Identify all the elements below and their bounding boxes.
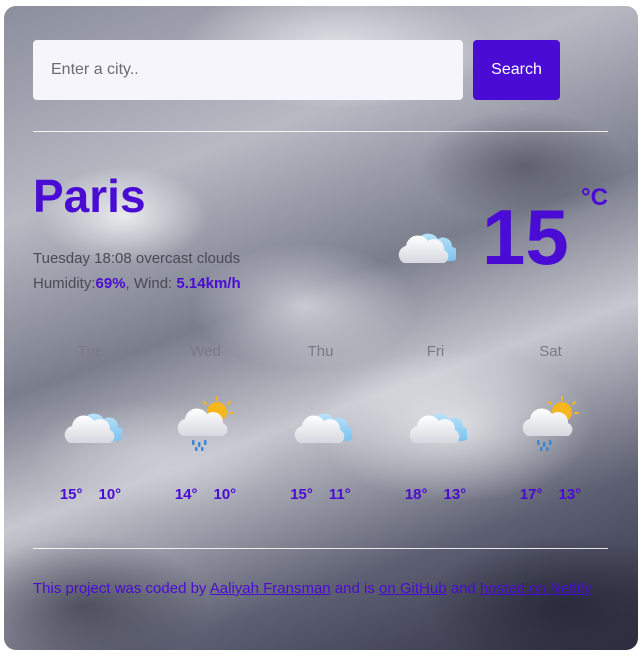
forecast-day: Fri 18° 13° bbox=[378, 342, 493, 503]
weather-description: overcast clouds bbox=[135, 250, 241, 267]
humidity-value: 69% bbox=[95, 275, 126, 292]
humidity-wind: Humidity:69%, Wind: 5.14km/h bbox=[33, 271, 241, 296]
forecast-day: Tue 15° 10° bbox=[33, 342, 148, 503]
forecast-min: 13° bbox=[558, 486, 582, 503]
forecast-max: 14° bbox=[174, 486, 198, 503]
author-link[interactable]: Aaliyah Fransman bbox=[210, 580, 331, 597]
forecast-min: 11° bbox=[328, 486, 351, 503]
weather-card: Search Paris Tuesday 18:08 overcast clou… bbox=[4, 6, 638, 650]
forecast-day: Sat 17° 13° bbox=[493, 342, 608, 503]
forecast-day-name: Sat bbox=[539, 343, 562, 360]
forecast-day-name: Tue bbox=[77, 343, 104, 360]
forecast-day-name: Thu bbox=[307, 343, 334, 360]
netlify-link[interactable]: hosted on Netlify bbox=[480, 580, 592, 597]
forecast-min: 10° bbox=[213, 486, 237, 503]
divider-bottom bbox=[33, 548, 608, 549]
footer-text: and is bbox=[330, 580, 380, 597]
footer: This project was coded by Aaliyah Fransm… bbox=[33, 580, 613, 597]
footer-text: This project was coded by bbox=[33, 580, 210, 597]
forecast: Tue 15° 10° Wed 14° 10° Thu 15° 11° Fri 18°… bbox=[33, 342, 608, 522]
forecast-min: 13° bbox=[443, 486, 467, 503]
cloud-icon bbox=[394, 219, 456, 269]
current-temperature: 15 bbox=[482, 193, 569, 281]
forecast-day: Wed 14° 10° bbox=[148, 342, 263, 503]
wind-label: , Wind: bbox=[125, 275, 177, 292]
search-input[interactable] bbox=[33, 40, 463, 100]
sun-cloud-rain-icon bbox=[175, 396, 237, 452]
forecast-max: 15° bbox=[59, 486, 83, 503]
city-name: Paris bbox=[33, 170, 146, 222]
footer-text: and bbox=[446, 580, 480, 597]
humidity-label: Humidity: bbox=[33, 275, 96, 292]
github-link[interactable]: on GitHub bbox=[379, 580, 447, 597]
cloud-icon bbox=[290, 396, 352, 452]
forecast-min: 10° bbox=[98, 486, 122, 503]
forecast-day-name: Fri bbox=[426, 343, 445, 360]
forecast-day-name: Wed bbox=[190, 343, 221, 360]
search-button[interactable]: Search bbox=[473, 40, 560, 100]
day-time: Tuesday 18:08 bbox=[33, 250, 132, 267]
divider-top bbox=[33, 131, 608, 132]
temperature-unit: °C bbox=[581, 184, 608, 211]
forecast-max: 18° bbox=[404, 486, 428, 503]
forecast-day: Thu 15° 11° bbox=[263, 342, 378, 503]
sun-cloud-rain-icon bbox=[520, 396, 582, 452]
date-description: Tuesday 18:08 overcast clouds bbox=[33, 246, 241, 271]
cloud-icon bbox=[60, 396, 122, 452]
forecast-max: 15° bbox=[290, 486, 313, 503]
cloud-icon bbox=[405, 396, 467, 452]
current-details: Tuesday 18:08 overcast clouds Humidity:6… bbox=[33, 246, 241, 296]
wind-value: 5.14km/h bbox=[176, 275, 241, 292]
forecast-max: 17° bbox=[519, 486, 543, 503]
